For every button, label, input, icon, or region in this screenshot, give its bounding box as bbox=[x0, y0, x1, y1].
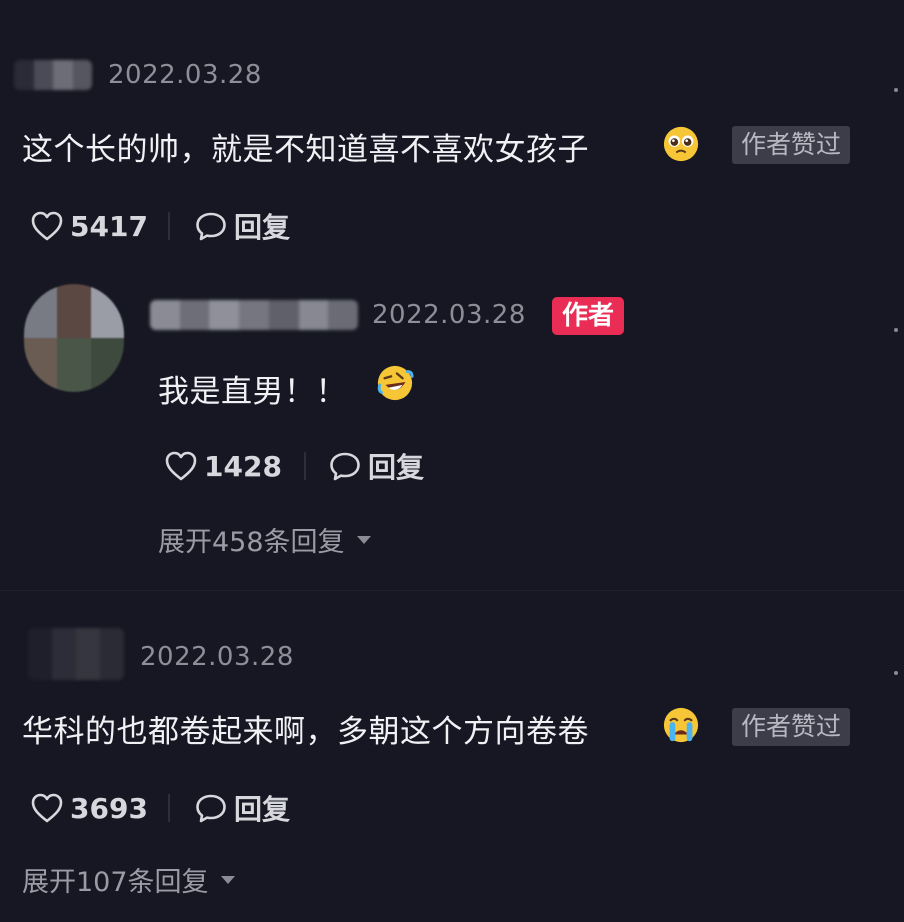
expand-replies-label: 展开458条回复 bbox=[158, 527, 345, 558]
like-button[interactable]: 3693 bbox=[30, 788, 148, 828]
like-button[interactable]: 5417 bbox=[30, 206, 148, 246]
action-divider bbox=[168, 794, 170, 822]
more-options-icon[interactable] bbox=[894, 328, 898, 332]
reply-button[interactable]: 回复 bbox=[194, 206, 290, 246]
action-divider bbox=[168, 212, 170, 240]
pleading-face-icon bbox=[663, 126, 699, 162]
avatar[interactable] bbox=[24, 284, 124, 392]
more-options-icon[interactable] bbox=[894, 88, 898, 92]
author-liked-badge: 作者赞过 bbox=[732, 126, 851, 164]
comment-separator bbox=[0, 590, 904, 591]
like-count: 3693 bbox=[70, 791, 148, 825]
author-liked-badge: 作者赞过 bbox=[732, 708, 851, 746]
expand-replies-label: 展开107条回复 bbox=[22, 867, 209, 898]
reply-button[interactable]: 回复 bbox=[328, 446, 424, 486]
reply-label: 回复 bbox=[234, 793, 291, 826]
crying-face-icon bbox=[663, 707, 699, 743]
comment-date: 2022.03.28 bbox=[372, 300, 526, 330]
more-options-icon[interactable] bbox=[894, 671, 898, 675]
comment-text: 华科的也都卷起来啊，多朝这个方向卷卷 bbox=[22, 714, 589, 750]
expand-replies-button[interactable]: 展开107条回复 bbox=[22, 860, 235, 899]
like-button[interactable]: 1428 bbox=[164, 446, 282, 486]
reply-bubble-icon bbox=[330, 452, 360, 481]
username-blurred[interactable] bbox=[14, 60, 92, 90]
reply-bubble-icon bbox=[196, 794, 226, 823]
comment-text: 我是直男！！ bbox=[158, 374, 347, 410]
username-blurred[interactable] bbox=[28, 628, 124, 680]
reply-label: 回复 bbox=[368, 451, 425, 484]
like-count: 5417 bbox=[70, 209, 148, 243]
reply-label: 回复 bbox=[234, 211, 291, 244]
caret-down-icon bbox=[356, 535, 371, 544]
reply-bubble-icon bbox=[196, 212, 226, 241]
username-blurred[interactable] bbox=[150, 300, 358, 330]
comment-text: 这个长的帅，就是不知道喜不喜欢女孩子 bbox=[22, 132, 589, 168]
caret-down-icon bbox=[220, 875, 235, 884]
author-badge: 作者 bbox=[552, 297, 625, 335]
rolling-laughing-face-icon bbox=[377, 365, 414, 401]
heart-icon bbox=[31, 211, 63, 241]
comment-date: 2022.03.28 bbox=[108, 60, 262, 90]
heart-icon bbox=[31, 793, 63, 823]
comment-date: 2022.03.28 bbox=[140, 642, 294, 672]
like-count: 1428 bbox=[204, 449, 282, 483]
expand-replies-button[interactable]: 展开458条回复 bbox=[158, 520, 371, 559]
heart-icon bbox=[165, 451, 197, 481]
action-divider bbox=[304, 452, 306, 480]
reply-button[interactable]: 回复 bbox=[194, 788, 290, 828]
